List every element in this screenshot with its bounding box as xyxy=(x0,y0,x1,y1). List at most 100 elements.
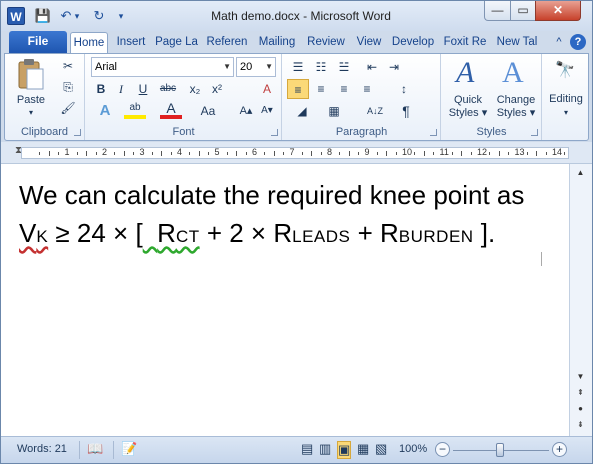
bracket-open: [ xyxy=(135,218,143,248)
justify-button[interactable]: ≡ xyxy=(356,79,378,99)
ruler-number: 8 xyxy=(327,147,333,157)
change-styles-icon: A xyxy=(502,56,524,89)
bullets-icon[interactable]: ☰ xyxy=(287,57,309,77)
word-count[interactable]: Words: 21 xyxy=(17,443,67,455)
web-layout-icon[interactable]: ▣ xyxy=(337,441,352,459)
italic-button[interactable]: I xyxy=(110,79,132,99)
bold-button[interactable]: B xyxy=(90,79,112,99)
styles-launcher-icon[interactable] xyxy=(531,129,538,136)
zoom-in-button[interactable]: + xyxy=(552,442,567,457)
change-styles-button[interactable]: A Change Styles ▾ xyxy=(492,56,540,122)
help-icon[interactable]: ? xyxy=(570,34,586,50)
change-styles-label-2: Styles ▾ xyxy=(496,107,536,119)
tab-insert[interactable]: Insert xyxy=(111,32,151,53)
select-browse-object-icon[interactable]: ● xyxy=(572,402,589,416)
change-styles-label: Change xyxy=(496,94,536,106)
ruler-number: 4 xyxy=(177,147,183,157)
tab-file[interactable]: File xyxy=(9,31,67,53)
grow-font-icon[interactable]: A▴ xyxy=(235,101,257,121)
proofing-icon[interactable]: 📖 xyxy=(87,441,103,457)
tab-foxit-reader[interactable]: Foxit Re xyxy=(440,32,490,53)
superscript-button[interactable]: x² xyxy=(206,79,228,99)
line-spacing-icon[interactable]: ↕ xyxy=(393,79,415,99)
tab-developer[interactable]: Develop xyxy=(389,32,437,53)
zoom-out-button[interactable]: − xyxy=(435,442,450,457)
ribbon-tabs: File Home Insert Page La Referen Mailing… xyxy=(1,31,592,54)
ruler-tick xyxy=(358,152,360,155)
sort-icon[interactable]: A↓Z xyxy=(361,101,389,121)
underline-button[interactable]: U xyxy=(132,79,154,99)
zoom-level[interactable]: 100% xyxy=(399,443,427,455)
font-name-combo[interactable]: Arial ▼ xyxy=(91,57,234,77)
full-screen-reading-icon[interactable]: ▥ xyxy=(319,441,331,457)
subscript-button[interactable]: x₂ xyxy=(184,79,206,99)
paragraph-launcher-icon[interactable] xyxy=(430,129,437,136)
maximize-button[interactable]: ▭ xyxy=(510,1,536,21)
tab-page-layout[interactable]: Page La xyxy=(153,32,200,53)
copy-icon[interactable]: ⎘ xyxy=(57,77,79,97)
draft-icon[interactable]: ▧ xyxy=(375,441,387,457)
vertical-scrollbar[interactable]: ▲ ▼ ⇞ ● ⇟ xyxy=(570,164,592,436)
paste-button[interactable]: Paste ▾ xyxy=(9,56,53,120)
ruler-tick xyxy=(320,152,322,155)
ruler-tick xyxy=(536,151,538,156)
scroll-down-icon[interactable]: ▼ xyxy=(572,370,589,384)
outline-icon[interactable]: ▦ xyxy=(357,441,369,457)
strikethrough-button[interactable]: abc xyxy=(154,79,182,99)
increase-indent-icon[interactable]: ⇥ xyxy=(383,57,405,77)
change-case-icon[interactable]: Aa xyxy=(194,101,222,121)
print-layout-icon[interactable]: ▤ xyxy=(301,441,313,457)
shrink-font-icon[interactable]: A▾ xyxy=(256,101,278,121)
ruler-tick xyxy=(283,152,285,155)
minimize-button[interactable]: — xyxy=(484,1,511,21)
highlight-icon[interactable]: ab xyxy=(124,101,146,119)
tab-view[interactable]: View xyxy=(352,32,386,53)
borders-icon[interactable]: ▦ xyxy=(323,101,345,121)
clear-formatting-icon[interactable]: A xyxy=(256,79,278,99)
zoom-slider-thumb[interactable] xyxy=(496,443,504,457)
font-size-combo[interactable]: 20 ▼ xyxy=(236,57,276,77)
rct-main: R xyxy=(157,218,176,248)
cut-icon[interactable]: ✂ xyxy=(57,56,79,76)
tab-review[interactable]: Review xyxy=(303,32,349,53)
tab-home[interactable]: Home xyxy=(70,32,108,54)
tab-new-tab[interactable]: New Tal xyxy=(493,32,541,53)
chevron-down-icon: ▼ xyxy=(223,62,231,71)
horizontal-ruler[interactable]: ⧗ 1 2 3 4 5 6 7 8 9 10 11 12 13 14 xyxy=(1,142,592,164)
document-page[interactable]: We can calculate the required knee point… xyxy=(1,164,570,436)
undo-dropdown-icon[interactable]: ▾ xyxy=(71,7,83,25)
redo-icon[interactable]: ↻ xyxy=(89,7,109,25)
close-button[interactable]: ✕ xyxy=(535,1,581,21)
ruler-tick xyxy=(58,152,60,155)
multilevel-list-icon[interactable]: ☱ xyxy=(333,57,355,77)
decrease-indent-icon[interactable]: ⇤ xyxy=(361,57,383,77)
center-button[interactable]: ≡ xyxy=(310,79,332,99)
numbering-icon[interactable]: ☷ xyxy=(310,57,332,77)
format-painter-icon[interactable]: 🖌 xyxy=(57,98,79,118)
macro-recording-icon[interactable]: 📝 xyxy=(121,441,137,457)
customize-qat-icon[interactable]: ▾ xyxy=(111,7,131,25)
ruler-tick xyxy=(151,152,153,155)
align-left-button[interactable]: ≡ xyxy=(287,79,309,99)
text-effects-icon[interactable]: A xyxy=(94,101,116,121)
save-icon[interactable]: 💾 xyxy=(33,7,53,25)
ruler-tick xyxy=(245,152,247,155)
collapse-ribbon-icon[interactable]: ^ xyxy=(551,34,567,50)
font-launcher-icon[interactable] xyxy=(271,129,278,136)
font-color-icon[interactable]: A xyxy=(160,101,182,119)
word-app-icon[interactable]: W xyxy=(7,7,25,25)
ruler-tick xyxy=(114,152,116,155)
next-page-icon[interactable]: ⇟ xyxy=(572,418,589,432)
tab-mailings[interactable]: Mailing xyxy=(254,32,300,53)
show-marks-icon[interactable]: ¶ xyxy=(395,101,417,121)
shading-icon[interactable]: ◢ xyxy=(291,101,313,121)
quick-styles-button[interactable]: A Quick Styles ▾ xyxy=(444,56,492,122)
previous-page-icon[interactable]: ⇞ xyxy=(572,386,589,400)
rct-subscript: CT xyxy=(175,227,200,246)
ruler-number: 3 xyxy=(139,147,145,157)
tab-references[interactable]: Referen xyxy=(203,32,251,53)
align-right-button[interactable]: ≡ xyxy=(333,79,355,99)
scroll-up-icon[interactable]: ▲ xyxy=(572,166,589,180)
editing-button[interactable]: 🔭 Editing ▾ xyxy=(543,56,589,122)
clipboard-launcher-icon[interactable] xyxy=(74,129,81,136)
